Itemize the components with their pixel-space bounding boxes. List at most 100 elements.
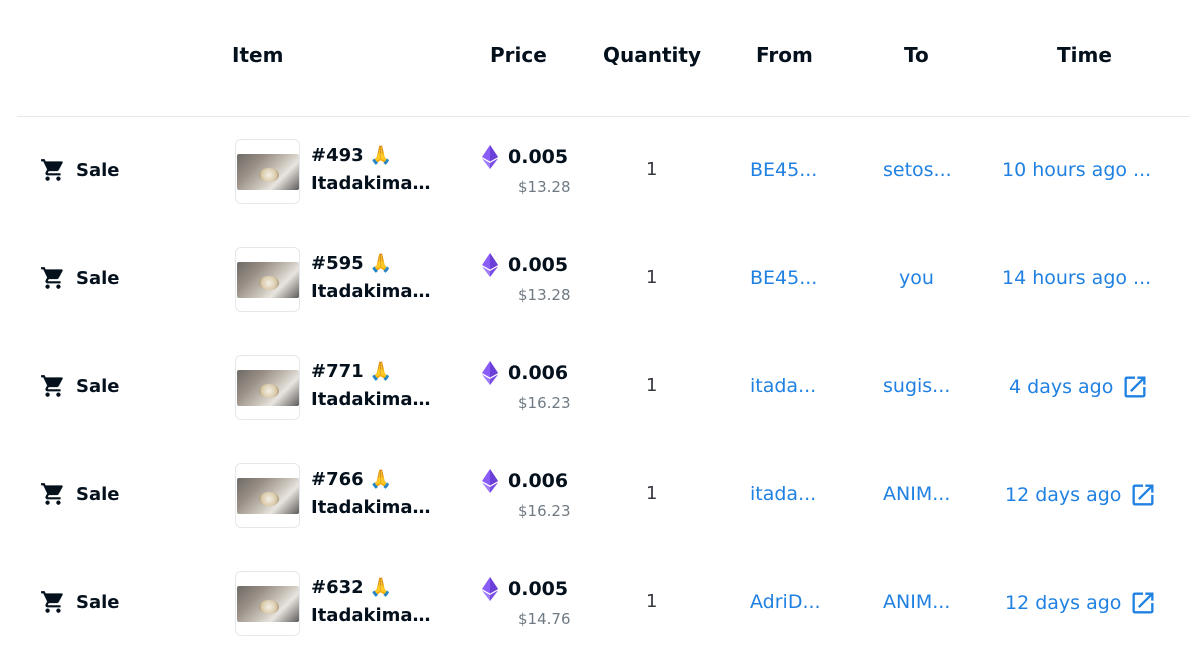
item-thumbnail[interactable]	[235, 247, 300, 312]
item-info: #493 🙏 Itadakimas...	[311, 143, 437, 195]
item-image	[236, 369, 299, 406]
price-cell: 0.006 $16.23	[482, 469, 571, 520]
column-header-quantity: Quantity	[603, 43, 701, 67]
price-usd: $16.23	[518, 394, 571, 412]
pray-icon: 🙏	[369, 252, 393, 274]
item-thumbnail[interactable]	[235, 463, 300, 528]
time-link[interactable]: 4 days ago	[1009, 373, 1149, 401]
from-link[interactable]: BE45...	[750, 267, 817, 289]
event-label: Sale	[76, 267, 120, 289]
cart-icon	[41, 483, 63, 505]
from-link[interactable]: itada...	[750, 483, 816, 505]
external-link-icon[interactable]	[1121, 373, 1149, 401]
eth-icon	[482, 253, 498, 277]
price-cell: 0.005 $13.28	[482, 253, 571, 304]
price-usd: $13.28	[518, 178, 571, 196]
to-link[interactable]: ANIM...	[883, 483, 950, 505]
price-usd: $13.28	[518, 286, 571, 304]
price-cell: 0.005 $14.76	[482, 577, 571, 628]
event-label: Sale	[76, 591, 120, 613]
column-header-time: Time	[1057, 43, 1112, 67]
price-eth: 0.005	[508, 578, 569, 600]
column-header-item: Item	[232, 43, 284, 67]
quantity: 1	[646, 375, 658, 396]
pray-icon: 🙏	[369, 576, 393, 598]
pray-icon: 🙏	[369, 468, 393, 490]
quantity: 1	[646, 483, 658, 504]
cart-icon	[41, 267, 63, 289]
to-link[interactable]: you	[899, 267, 934, 289]
pray-icon: 🙏	[369, 360, 393, 382]
time-text: 14 hours ago ...	[1002, 267, 1152, 289]
event-type: Sale	[40, 265, 120, 291]
from-link[interactable]: BE45...	[750, 159, 817, 181]
item-number[interactable]: #766	[311, 469, 364, 490]
item-image	[236, 153, 299, 190]
column-header-price: Price	[490, 43, 547, 67]
from-link[interactable]: itada...	[750, 375, 816, 397]
item-name[interactable]: Itadakimas...	[311, 389, 437, 410]
item-image	[236, 261, 299, 298]
time-text: 12 days ago	[1005, 484, 1122, 506]
table-row: Sale #595 🙏 Itadakimas... 0.005 $13.28 1 …	[0, 225, 1200, 333]
item-number[interactable]: #632	[311, 577, 364, 598]
item-number[interactable]: #493	[311, 145, 364, 166]
price-eth: 0.005	[508, 254, 569, 276]
price-cell: 0.005 $13.28	[482, 145, 571, 196]
time-text: 10 hours ago ...	[1002, 159, 1152, 181]
item-name[interactable]: Itadakimas...	[311, 605, 437, 626]
cart-icon	[41, 159, 63, 181]
from-link[interactable]: AdriD...	[750, 591, 821, 613]
event-type: Sale	[40, 373, 120, 399]
item-number[interactable]: #595	[311, 253, 364, 274]
item-image	[236, 477, 299, 514]
item-thumbnail[interactable]	[235, 355, 300, 420]
time-text: 12 days ago	[1005, 592, 1122, 614]
column-header-from: From	[756, 43, 813, 67]
table-header: Item Price Quantity From To Time	[0, 0, 1200, 117]
item-info: #771 🙏 Itadakimas...	[311, 359, 437, 411]
price-eth: 0.006	[508, 362, 569, 384]
eth-icon	[482, 577, 498, 601]
event-type: Sale	[40, 481, 120, 507]
to-link[interactable]: setos...	[883, 159, 952, 181]
quantity: 1	[646, 267, 658, 288]
price-eth: 0.005	[508, 146, 569, 168]
external-link-icon[interactable]	[1129, 589, 1157, 617]
price-eth: 0.006	[508, 470, 569, 492]
eth-icon	[482, 145, 498, 169]
cart-icon	[41, 591, 63, 613]
time-link[interactable]: 14 hours ago ...	[1002, 267, 1151, 289]
time-link[interactable]: 10 hours ago ...	[1002, 159, 1151, 181]
event-label: Sale	[76, 375, 120, 397]
to-link[interactable]: ANIM...	[883, 591, 950, 613]
item-info: #632 🙏 Itadakimas...	[311, 575, 437, 627]
price-usd: $14.76	[518, 610, 571, 628]
table-row: Sale #766 🙏 Itadakimas... 0.006 $16.23 1 …	[0, 441, 1200, 549]
item-name[interactable]: Itadakimas...	[311, 281, 437, 302]
item-name[interactable]: Itadakimas...	[311, 497, 437, 518]
event-label: Sale	[76, 483, 120, 505]
pray-icon: 🙏	[369, 144, 393, 166]
price-cell: 0.006 $16.23	[482, 361, 571, 412]
item-thumbnail[interactable]	[235, 139, 300, 204]
table-row: Sale #632 🙏 Itadakimas... 0.005 $14.76 1 …	[0, 549, 1200, 653]
column-header-to: To	[904, 43, 929, 67]
item-info: #595 🙏 Itadakimas...	[311, 251, 437, 303]
cart-icon	[41, 375, 63, 397]
time-link[interactable]: 12 days ago	[1005, 589, 1157, 617]
item-image	[236, 585, 299, 622]
item-thumbnail[interactable]	[235, 571, 300, 636]
event-label: Sale	[76, 159, 120, 181]
eth-icon	[482, 469, 498, 493]
time-link[interactable]: 12 days ago	[1005, 481, 1157, 509]
event-type: Sale	[40, 589, 120, 615]
event-type: Sale	[40, 157, 120, 183]
table-row: Sale #771 🙏 Itadakimas... 0.006 $16.23 1 …	[0, 333, 1200, 441]
eth-icon	[482, 361, 498, 385]
item-number[interactable]: #771	[311, 361, 364, 382]
to-link[interactable]: sugis...	[883, 375, 950, 397]
item-info: #766 🙏 Itadakimas...	[311, 467, 437, 519]
item-name[interactable]: Itadakimas...	[311, 173, 437, 194]
external-link-icon[interactable]	[1129, 481, 1157, 509]
